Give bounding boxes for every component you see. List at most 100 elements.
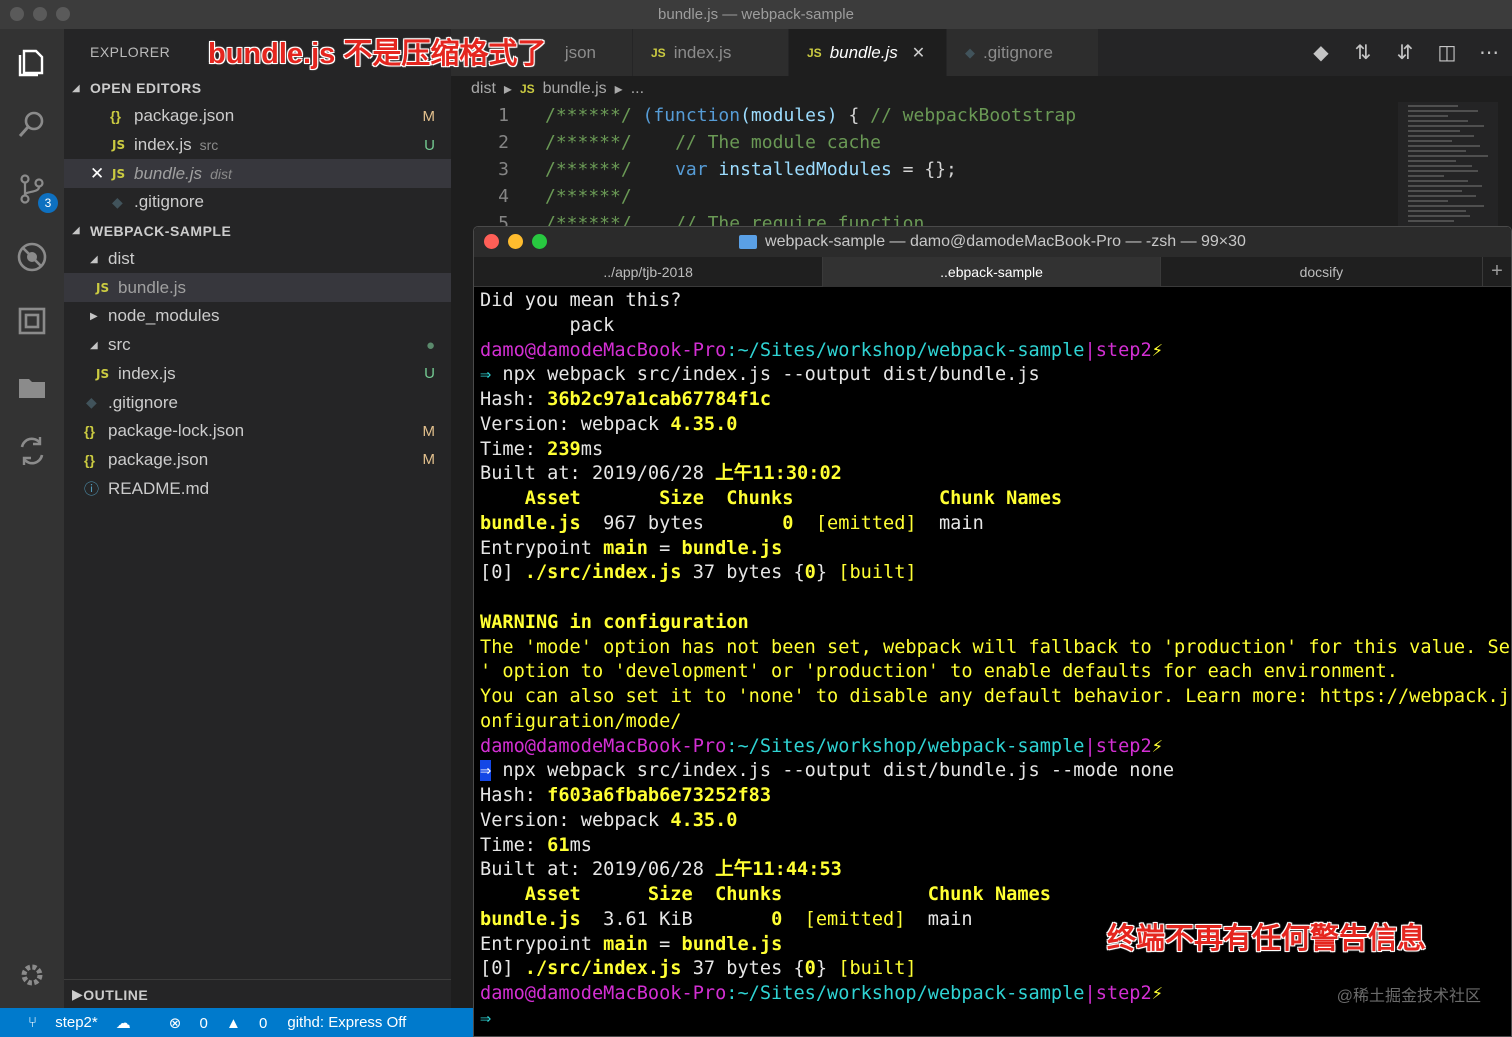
terminal-minimize-button[interactable] bbox=[508, 234, 523, 249]
maximize-window-button[interactable] bbox=[56, 7, 70, 21]
open-editors-header[interactable]: ◢ OPEN EDITORS bbox=[64, 74, 451, 102]
watermark: @稀土掘金技术社区 bbox=[1336, 988, 1481, 1005]
problems-indicator[interactable]: ⊗ 0 ▲ 0 bbox=[155, 1014, 268, 1032]
terminal-line: Version: webpack 4.35.0 bbox=[480, 809, 738, 831]
breadcrumb-folder[interactable]: dist bbox=[471, 80, 496, 98]
terminal-prompt: damo@damodeMacBook-Pro:~/Sites/workshop/… bbox=[480, 339, 1163, 361]
terminal-line: Built at: 2019/06/28 上午11:44:53 bbox=[480, 859, 842, 881]
code-line: 4 /******/ bbox=[498, 186, 632, 207]
js-icon: JS bbox=[807, 45, 822, 60]
minimap[interactable] bbox=[1398, 102, 1498, 226]
annotation-top: bundle.js 不是压缩格式了 bbox=[207, 38, 547, 71]
terminal-line: Time: 61ms bbox=[480, 834, 592, 856]
modified-badge: M bbox=[422, 422, 436, 440]
breadcrumb-more[interactable]: ... bbox=[631, 80, 644, 98]
chevron-down-icon: ◢ bbox=[90, 253, 98, 265]
terminal-input-line[interactable]: ⇒ bbox=[480, 1007, 1511, 1032]
terminal-line: Time: 239ms bbox=[480, 438, 604, 460]
tree-folder-src[interactable]: ◢ src ● bbox=[64, 331, 451, 360]
tab-index-js[interactable]: JS index.js bbox=[633, 29, 789, 76]
js-icon: JS bbox=[112, 138, 126, 153]
window-title: bundle.js — webpack-sample bbox=[658, 6, 854, 23]
terminal-line: [0] ./src/index.js 37 bytes {0} [built] bbox=[480, 958, 917, 980]
terminal-window-controls[interactable] bbox=[484, 234, 547, 249]
terminal-tab-app[interactable]: ../app/tjb-2018 bbox=[474, 257, 824, 287]
terminal-line: Asset Size Chunks Chunk Names bbox=[480, 884, 1051, 905]
diff-icon[interactable] bbox=[8, 427, 56, 475]
close-tab-icon[interactable]: ✕ bbox=[912, 43, 925, 63]
open-editor-bundle-js[interactable]: ✕ JS bundle.js dist bbox=[64, 159, 451, 189]
open-editor-package-json[interactable]: {} package.json M bbox=[64, 102, 451, 131]
terminal-line: Built at: 2019/06/28 上午11:30:02 bbox=[480, 463, 842, 485]
sync-icon[interactable]: ☁ bbox=[116, 1014, 131, 1032]
json-icon: {} bbox=[84, 423, 95, 440]
git-icon: ◆ bbox=[112, 193, 123, 210]
breadcrumb: dist ▸ JS bundle.js ▸ ... bbox=[451, 76, 1512, 102]
project-header[interactable]: ◢ WEBPACK-SAMPLE bbox=[64, 217, 451, 245]
js-icon: JS bbox=[519, 82, 535, 96]
settings-gear-icon[interactable] bbox=[8, 951, 56, 999]
terminal-close-button[interactable] bbox=[484, 234, 499, 249]
warning-icon: ▲ bbox=[226, 1014, 241, 1032]
search-icon[interactable] bbox=[8, 101, 56, 149]
githd-status[interactable]: githd: Express Off bbox=[287, 1014, 406, 1031]
tree-file-package-json[interactable]: {} package.json M bbox=[64, 446, 451, 475]
tree-folder-dist[interactable]: ◢ dist bbox=[64, 245, 451, 274]
js-icon: JS bbox=[96, 366, 110, 381]
json-icon: {} bbox=[110, 108, 121, 125]
js-icon: JS bbox=[96, 280, 110, 295]
tree-file-readme[interactable]: ⓘ README.md bbox=[64, 474, 451, 503]
open-editor-index-js[interactable]: JS index.js src U bbox=[64, 131, 451, 160]
terminal-tab-webpack-sample[interactable]: ..ebpack-sample bbox=[823, 257, 1161, 287]
chevron-down-icon: ◢ bbox=[72, 225, 81, 237]
tree-file-index-js[interactable]: JS index.js U bbox=[64, 360, 451, 389]
debug-icon[interactable] bbox=[8, 233, 56, 281]
open-changes-icon[interactable]: ⇅ bbox=[1350, 40, 1376, 66]
terminal-title-bar: webpack-sample — damo@damodeMacBook-Pro … bbox=[474, 227, 1511, 257]
terminal-warning-line: You can also set it to 'none' to disable… bbox=[480, 686, 1511, 707]
git-branch-icon: ⑂ bbox=[28, 1014, 38, 1031]
branch-indicator[interactable]: ⑂ step2* bbox=[14, 1014, 98, 1031]
terminal-line: Hash: 36b2c97a1cab67784f1c bbox=[480, 389, 772, 410]
explorer-icon[interactable] bbox=[8, 39, 56, 87]
split-editor-icon[interactable]: ◫ bbox=[1434, 40, 1460, 66]
terminal-command: ⇒ npx webpack src/index.js --output dist… bbox=[480, 760, 1175, 782]
tree-folder-node-modules[interactable]: ▶ node_modules bbox=[64, 302, 451, 331]
terminal-tab-docsify[interactable]: docsify bbox=[1161, 257, 1484, 287]
annotation-bottom: 终端不再有任何警告信息 bbox=[1106, 923, 1427, 956]
terminal-warning-line: The 'mode' option has not been set, webp… bbox=[480, 636, 1511, 658]
new-tab-icon[interactable]: + bbox=[1483, 257, 1511, 286]
terminal-window: webpack-sample — damo@damodeMacBook-Pro … bbox=[473, 226, 1512, 1037]
tab-bundle-js[interactable]: JS bundle.js ✕ bbox=[789, 29, 947, 76]
untracked-badge: U bbox=[424, 365, 435, 383]
breadcrumb-file[interactable]: bundle.js bbox=[543, 80, 607, 98]
close-window-button[interactable] bbox=[10, 7, 24, 21]
more-actions-icon[interactable]: ⋯ bbox=[1476, 40, 1502, 66]
terminal-line: bundle.js 967 bytes 0 [emitted] main bbox=[480, 512, 984, 534]
untracked-badge: U bbox=[424, 136, 435, 154]
activity-bar: 3 bbox=[0, 29, 64, 1008]
extensions-icon[interactable] bbox=[8, 297, 56, 345]
close-icon[interactable]: ✕ bbox=[90, 164, 112, 184]
tab-gitignore[interactable]: ◆ .gitignore bbox=[947, 29, 1099, 76]
open-editor-gitignore[interactable]: ◆ .gitignore bbox=[64, 188, 451, 217]
window-controls[interactable] bbox=[10, 7, 70, 21]
tree-file-gitignore[interactable]: ◆ .gitignore bbox=[64, 388, 451, 417]
info-icon: ⓘ bbox=[84, 481, 100, 499]
error-icon: ⊗ bbox=[168, 1014, 182, 1032]
terminal-line: pack bbox=[480, 314, 615, 336]
source-control-icon[interactable]: 3 bbox=[8, 165, 58, 213]
modified-badge: M bbox=[422, 451, 436, 469]
terminal-maximize-button[interactable] bbox=[532, 234, 547, 249]
code-editor[interactable]: 1 /******/ (function(modules) { // webpa… bbox=[451, 102, 1512, 226]
tree-file-package-lock-json[interactable]: {} package-lock.json M bbox=[64, 417, 451, 446]
minimize-window-button[interactable] bbox=[33, 7, 47, 21]
tree-file-bundle-js[interactable]: JS bundle.js bbox=[64, 273, 451, 303]
js-icon: JS bbox=[112, 166, 126, 181]
git-compare-icon[interactable]: ◆ bbox=[1308, 40, 1334, 66]
revert-changes-icon[interactable]: ⇵ bbox=[1392, 40, 1418, 66]
outline-header[interactable]: ▶ OUTLINE bbox=[64, 979, 451, 1009]
chevron-down-icon: ◢ bbox=[90, 339, 98, 351]
code-line: 2 /******/ // The module cache bbox=[498, 132, 881, 153]
folder-icon[interactable] bbox=[8, 363, 56, 411]
